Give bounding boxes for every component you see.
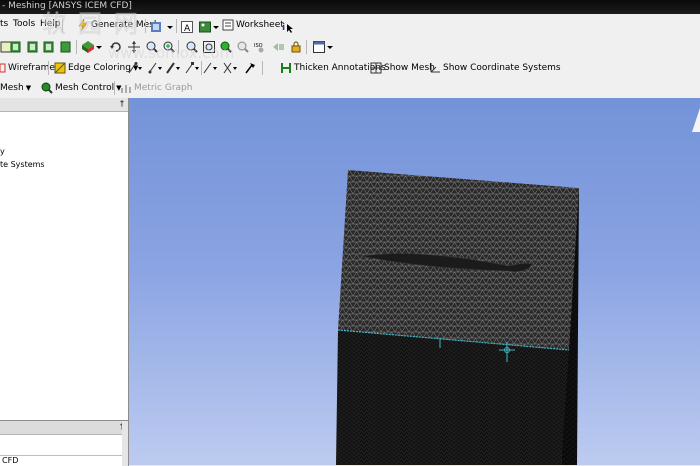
edge-direction-icon[interactable] [128, 62, 142, 74]
select-body-icon[interactable] [60, 41, 72, 53]
edge-style-icon[interactable] [148, 62, 162, 74]
menu-item-ts[interactable]: ts [0, 19, 8, 29]
preview-icon[interactable] [150, 21, 162, 33]
worksheet-label: Worksheet [236, 20, 284, 30]
wireframe-button[interactable]: Wireframe [0, 61, 55, 75]
pin-icon[interactable]: † [120, 99, 124, 108]
text-annotation-icon[interactable]: A [181, 21, 193, 34]
pin-tool-icon[interactable] [244, 62, 256, 74]
details-row[interactable]: CFD [0, 455, 122, 466]
svg-text:i: i [282, 23, 285, 33]
details-row-value: CFD [2, 456, 19, 465]
dropdown-chevron-icon[interactable] [95, 41, 107, 53]
axis-triad-icon[interactable] [692, 108, 700, 132]
menu-item-tools[interactable]: Tools [13, 19, 35, 29]
metric-graph-button[interactable]: Metric Graph [120, 81, 192, 95]
display-toolbar: Wireframe Edge Coloring ▼ Thicken Annota… [0, 58, 700, 79]
details-scrollbar[interactable] [122, 421, 128, 466]
graphics-viewport[interactable] [129, 98, 700, 465]
outline-panel-header: † [0, 98, 128, 112]
magnifier-gray-icon[interactable] [237, 41, 249, 53]
edge-connect-icon[interactable] [223, 62, 237, 74]
mesh-control-label: Mesh Control [55, 83, 115, 93]
mesh-solid-region [336, 330, 569, 465]
show-mesh-icon [370, 62, 382, 74]
lock-icon[interactable] [290, 41, 302, 53]
worksheet-icon [222, 19, 234, 31]
graphics-toolbar: ISO [0, 37, 700, 59]
mesh-menu-button[interactable]: Mesh ▼ [0, 81, 31, 95]
details-panel: † CFD [0, 420, 129, 466]
edge-coloring-button[interactable]: Edge Coloring ▼ [54, 61, 138, 75]
coordinate-system-icon [429, 62, 441, 74]
select-node-icon[interactable] [82, 41, 94, 53]
edge-coloring-icon [54, 62, 66, 74]
image-icon[interactable] [199, 21, 211, 33]
select-face-icon[interactable] [43, 41, 55, 53]
mesh-control-icon [41, 82, 53, 94]
mesh-control-button[interactable]: Mesh Control ▼ [41, 81, 121, 95]
mesh-render [336, 108, 700, 465]
metric-graph-label: Metric Graph [134, 83, 193, 93]
viewport-layout-icon[interactable] [313, 41, 325, 53]
edge-vertex-icon[interactable] [185, 62, 199, 74]
help-cursor-icon[interactable]: i [282, 21, 294, 33]
edge-thickness-icon[interactable] [166, 62, 180, 74]
watermark-url: www.somox.com [108, 44, 235, 62]
outline-panel: † y te Systems [0, 98, 129, 420]
worksheet-button[interactable]: Worksheet [222, 17, 284, 33]
metric-graph-icon [120, 82, 132, 94]
mesh-label: Mesh [0, 83, 24, 93]
watermark-text: 软园网 [42, 10, 150, 38]
mesh-toolbar: Mesh ▼ Mesh Control ▼ Metric Graph [0, 78, 700, 99]
details-panel-header: † [0, 421, 128, 435]
tree-item-geometry[interactable]: y [0, 147, 5, 156]
dropdown-chevron-icon[interactable] [326, 41, 338, 53]
tree-item-coordinate-systems[interactable]: te Systems [0, 160, 45, 169]
show-coordinate-systems-button[interactable]: Show Coordinate Systems [429, 61, 561, 75]
show-coordinate-systems-label: Show Coordinate Systems [443, 63, 561, 73]
edge-arrow-icon[interactable] [203, 62, 217, 74]
select-edge-icon[interactable] [27, 41, 39, 53]
thicken-annotations-icon [280, 62, 292, 74]
iso-view-icon[interactable]: ISO [254, 41, 266, 53]
previous-view-icon[interactable] [272, 41, 284, 53]
edge-coloring-label: Edge Coloring [68, 63, 131, 73]
select-vertex-icon[interactable] [10, 41, 22, 53]
svg-text:A: A [184, 24, 191, 33]
dropdown-chevron-icon: ▼ [25, 84, 32, 92]
show-mesh-label: Show Mesh [384, 63, 435, 73]
show-mesh-button[interactable]: Show Mesh [370, 61, 435, 75]
wireframe-icon [0, 62, 6, 74]
